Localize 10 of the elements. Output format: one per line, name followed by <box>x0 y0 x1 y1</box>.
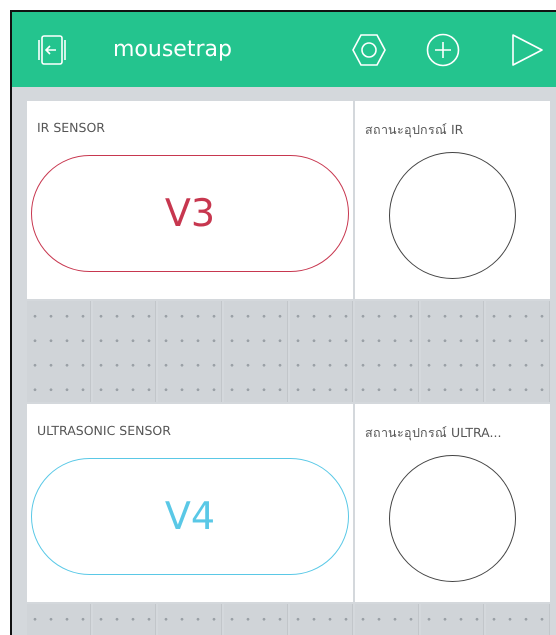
play-icon[interactable] <box>510 32 544 66</box>
widget-title: ULTRASONIC SENSOR <box>36 422 172 438</box>
nut-icon[interactable] <box>352 32 386 66</box>
project-title: mousetrap <box>113 37 233 62</box>
add-icon[interactable] <box>426 32 460 66</box>
widget-title: IR SENSOR <box>36 119 106 135</box>
widget-title: สถานะอุปกรณ์ ULTRA... <box>364 424 502 442</box>
exit-icon[interactable] <box>35 32 69 66</box>
virtual-pin-button[interactable]: V3 <box>31 154 349 272</box>
widget-title: สถานะอุปกรณ์ IR <box>364 121 464 140</box>
